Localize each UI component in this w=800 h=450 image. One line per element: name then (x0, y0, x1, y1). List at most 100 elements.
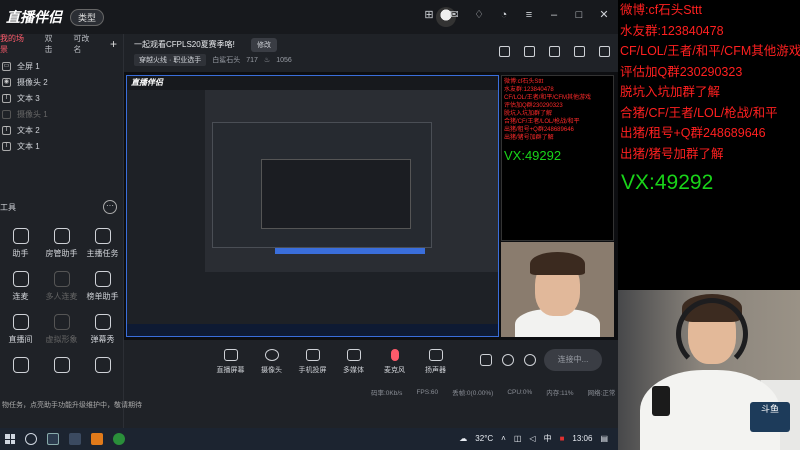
input-method[interactable]: 中 (544, 433, 552, 444)
screen-icon (223, 349, 238, 361)
temperature: 32°C (475, 434, 494, 443)
preview-nested-window (205, 90, 498, 272)
headset (676, 298, 748, 370)
minimize-icon[interactable]: – (548, 9, 560, 21)
category-dropdown[interactable]: 类型 (70, 8, 105, 26)
streamer-name: 白鲨石头 (212, 57, 241, 64)
heat-icon: ♨ (263, 57, 271, 64)
stream-preview[interactable]: 直播伴侣 微博:cf石头Sttt 水友群:123840478 CF/LOL/王者… (124, 72, 618, 340)
tool-danmaku[interactable]: 弹幕秀 (82, 314, 123, 345)
more-tools-icon[interactable]: ··· (103, 200, 117, 214)
scene-item[interactable]: 摄像头 1 (0, 106, 123, 122)
tool-link-mic[interactable]: 连麦 (0, 271, 41, 302)
record-icon[interactable] (480, 354, 492, 366)
tool-multi-link-mic[interactable]: 多人连麦 (41, 271, 82, 302)
browser-icon[interactable] (113, 433, 125, 445)
settings-icon[interactable] (524, 354, 536, 366)
camera-icon: ◉ (2, 77, 11, 87)
scene-item[interactable]: ▭ 全屏 1 (0, 58, 123, 74)
toolbar-media[interactable]: 多媒体 (333, 349, 374, 375)
tab-double-click[interactable]: 双击 (45, 33, 61, 55)
notification-icon[interactable]: ▤ (600, 434, 608, 443)
like-count: 1056 (276, 56, 292, 64)
start-live-button[interactable]: 连接中... (544, 349, 602, 371)
eye-icon[interactable] (502, 354, 514, 366)
task-view-icon[interactable] (47, 433, 59, 445)
settings-icon[interactable] (599, 46, 610, 57)
share-icon[interactable] (549, 46, 560, 57)
tool-avatar[interactable]: 虚拟形象 (41, 314, 82, 345)
preview-webcam (501, 242, 614, 337)
close-icon[interactable]: ✕ (598, 9, 610, 21)
gift-icon[interactable] (499, 46, 510, 57)
toolbar-label: 直播屏幕 (216, 367, 245, 374)
source-toolbar: 直播屏幕 摄像头 手机投屏 多媒体 麦克风 扬声器 连接中... (124, 340, 618, 384)
toolbar-camera[interactable]: 摄像头 (251, 349, 292, 375)
shirt-icon[interactable]: ♢ (473, 9, 485, 21)
scene-item[interactable]: T 文本 3 (0, 90, 123, 106)
toolbar-speaker[interactable]: 扬声器 (415, 349, 456, 375)
menu-icon[interactable]: ≡ (523, 9, 535, 21)
maximize-icon[interactable]: □ (573, 9, 585, 21)
tool-live-room[interactable]: 直播间 (0, 314, 41, 345)
live-companion-window: 直播伴侣 类型 ⊞ ✉ ♢ ◔ ≡ – □ ✕ 我的场景 双击 可改名 + ▭ 全… (0, 0, 618, 428)
scene-item[interactable]: T 文本 2 (0, 122, 123, 138)
bell-icon[interactable]: ◔ (498, 9, 510, 21)
viewer-count: 717 (246, 56, 258, 64)
toolbar-microphone[interactable]: 麦克风 (374, 349, 415, 375)
search-icon[interactable] (25, 433, 37, 445)
toolbar-label: 摄像头 (261, 367, 282, 374)
message-icon[interactable]: ✉ (448, 9, 460, 21)
tool-assistant[interactable]: 助手 (0, 228, 41, 259)
overlay-line-evaluate: 评估加Q群230290323 (620, 64, 743, 79)
folder-icon[interactable] (91, 433, 103, 445)
microphone-icon (390, 349, 399, 361)
app-tray-icon[interactable]: ■ (560, 434, 565, 443)
preview-captured-window: 直播伴侣 (126, 75, 499, 337)
weather-icon[interactable]: ☁ (459, 434, 467, 443)
stream-title: 一起观看CFPLS20夏赛季咯! (134, 40, 235, 49)
tool-label: 连麦 (12, 292, 29, 301)
overlay-line-group: 水友群:123840478 (620, 23, 724, 38)
tool-grid: 助手 房管助手 主播任务 连麦 多人连麦 榜单助手 直播间 虚拟形象 弹幕秀 (0, 228, 124, 377)
tool-label: 房管助手 (45, 249, 78, 258)
tool-ranking[interactable]: 榜单助手 (82, 271, 123, 302)
scene-label: 摄像头 2 (17, 77, 48, 87)
title-bar: 直播伴侣 类型 ⊞ ✉ ♢ ◔ ≡ – □ ✕ (0, 0, 618, 34)
tab-my-scenes[interactable]: 我的场景 (0, 33, 32, 55)
add-scene-icon[interactable]: + (110, 37, 117, 51)
tab-rename[interactable]: 可改名 (73, 33, 97, 55)
gift-icon[interactable]: ⊞ (423, 9, 435, 21)
webcam-microphone (652, 386, 670, 416)
scene-item[interactable]: T 文本 1 (0, 138, 123, 154)
toolbar-phone-cast[interactable]: 手机投屏 (292, 349, 333, 375)
tool-label: 榜单助手 (86, 292, 119, 301)
tool-streamer-tasks[interactable]: 主播任务 (82, 228, 123, 259)
clock[interactable]: 13:06 (572, 434, 592, 443)
preview-taskbar (127, 324, 498, 336)
tool-extra[interactable] (0, 357, 41, 377)
category-label[interactable]: 穿越火线 · 职业选手 (134, 54, 207, 66)
windows-start-icon[interactable] (5, 434, 15, 444)
danmaku-icon (94, 314, 111, 330)
tool-extra[interactable] (41, 357, 82, 377)
tool-extra[interactable] (82, 357, 123, 377)
tool-room-manager[interactable]: 房管助手 (41, 228, 82, 259)
network-icon[interactable]: ◫ (514, 434, 522, 443)
tools-title: 工具 (0, 203, 16, 212)
toolbar-label: 手机投屏 (298, 367, 327, 374)
lock-icon[interactable] (524, 46, 535, 57)
tool-icon (53, 357, 70, 373)
webcam-feed: 斗鱼 (618, 290, 800, 450)
bell-icon[interactable] (574, 46, 585, 57)
overlay-vx: VX:49292 (621, 171, 714, 194)
preview-vx-text: VX:49292 (504, 148, 562, 163)
chevron-up-icon[interactable]: ˄ (501, 434, 506, 443)
volume-icon[interactable]: ◁ (529, 434, 535, 443)
toolbar-screen[interactable]: 直播屏幕 (210, 349, 251, 375)
edit-title-button[interactable]: 修改 (251, 38, 277, 52)
media-icon (346, 349, 361, 361)
app-icon[interactable] (69, 433, 81, 445)
stream-text-overlay: 微博:cf石头Sttt 水友群:123840478 CF/LOL/王者/和平/C… (618, 0, 800, 290)
scene-item[interactable]: ◉ 摄像头 2 (0, 74, 123, 90)
